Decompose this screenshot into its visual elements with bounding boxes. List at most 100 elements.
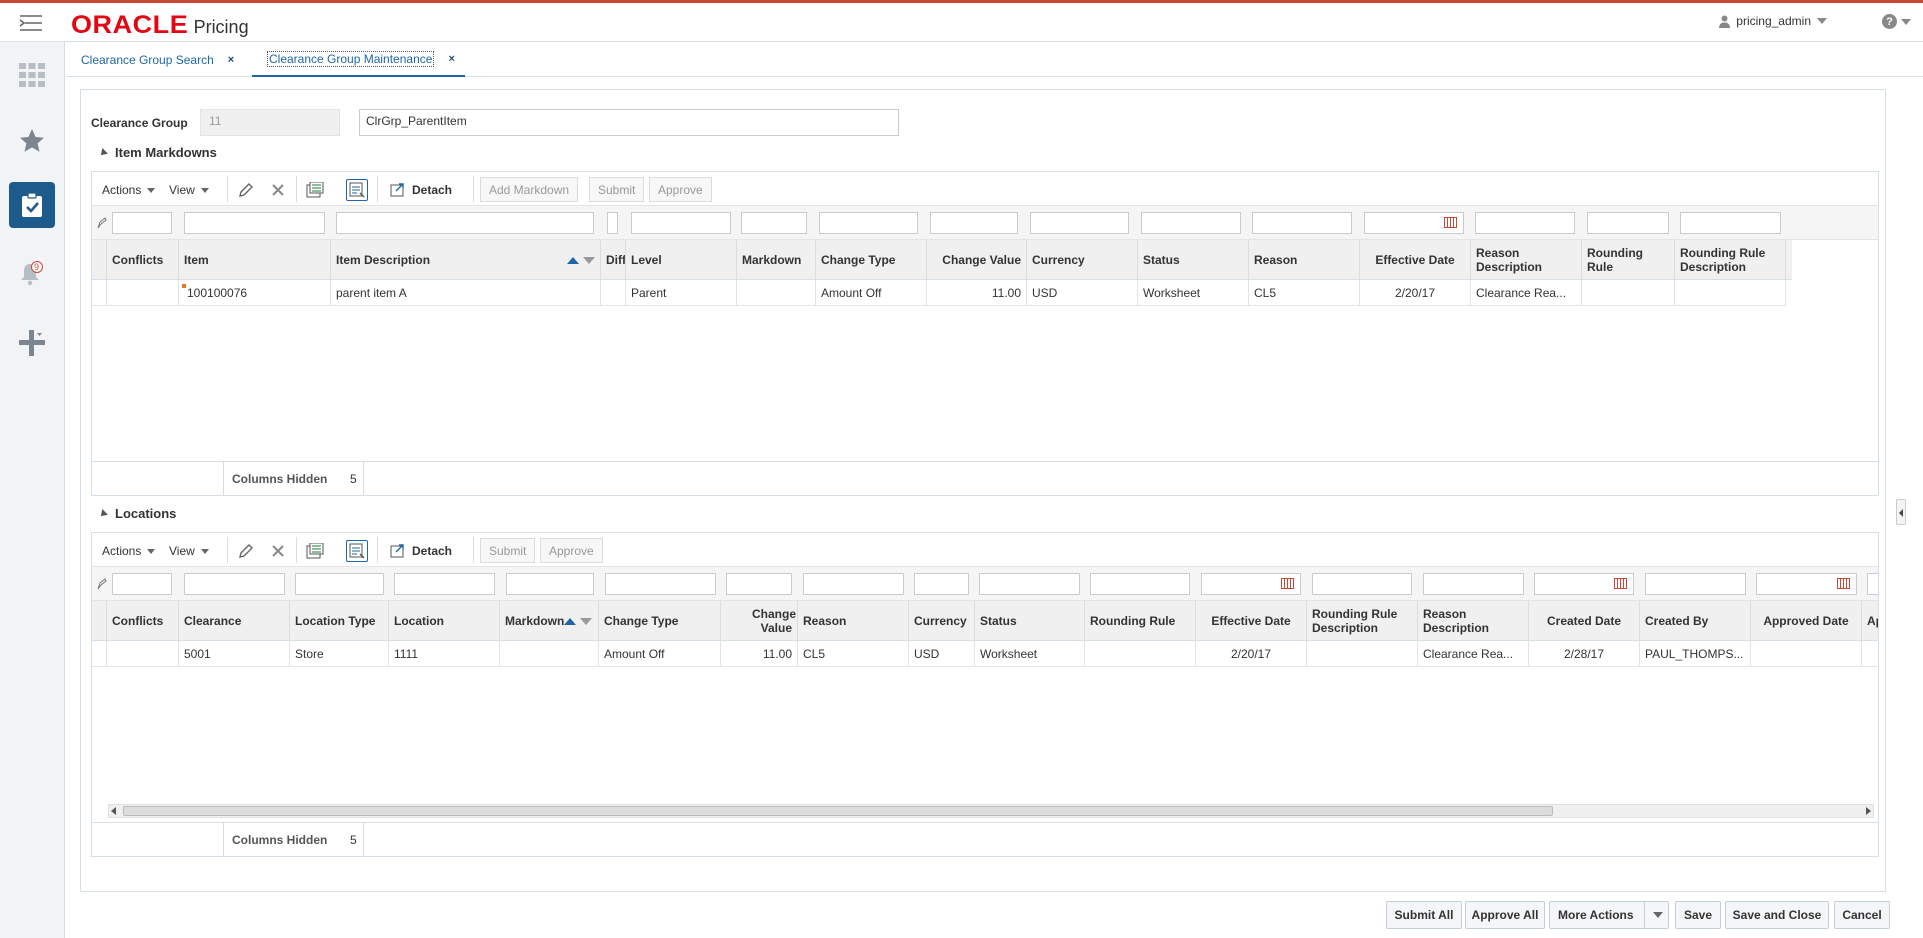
col-location[interactable]: Location	[389, 601, 500, 641]
edit-pencil-icon[interactable]	[235, 179, 257, 201]
scroll-right-icon[interactable]	[1866, 807, 1871, 815]
filter-rounding-rule-description[interactable]	[1680, 212, 1781, 234]
filter-change-type[interactable]	[819, 212, 918, 234]
calendar-icon[interactable]	[1837, 578, 1850, 589]
tab-clearance-group-search[interactable]: Clearance Group Search ×	[81, 42, 234, 77]
calendar-icon[interactable]	[1281, 578, 1294, 589]
calendar-icon[interactable]	[1444, 217, 1457, 228]
apps-grid-icon[interactable]	[9, 52, 55, 98]
col-rounding-rule[interactable]: Rounding Rule	[1085, 601, 1196, 641]
sort-ascending-icon[interactable]	[564, 614, 577, 628]
help-menu[interactable]: ?	[1882, 14, 1911, 29]
col-conflicts[interactable]: Conflicts	[107, 240, 179, 280]
col-effective-date[interactable]: Effective Date	[1360, 240, 1471, 280]
filter-created-date[interactable]	[1534, 573, 1634, 595]
filter-item-description[interactable]	[336, 212, 594, 234]
filter-location[interactable]	[394, 573, 495, 595]
notifications-bell-icon[interactable]: 9	[9, 251, 55, 297]
query-by-example-icon[interactable]	[346, 179, 368, 201]
col-app[interactable]: App	[1862, 601, 1878, 641]
filter-reason[interactable]	[1252, 212, 1352, 234]
tab-clearance-group-maintenance[interactable]: Clearance Group Maintenance ×	[252, 42, 465, 77]
sort-ascending-icon[interactable]	[561, 253, 579, 267]
export-excel-icon[interactable]	[304, 179, 326, 201]
filter-rounding-rule[interactable]	[1587, 212, 1669, 234]
filter-item[interactable]	[184, 212, 325, 234]
table-row[interactable]: 100100076 parent item A Parent Amount Of…	[92, 280, 1786, 306]
actions-menu[interactable]: Actions	[102, 178, 155, 202]
col-location-type[interactable]: Location Type	[290, 601, 389, 641]
filter-rounding-rule-description[interactable]	[1312, 573, 1412, 595]
col-reason[interactable]: Reason	[1249, 240, 1360, 280]
horizontal-scrollbar[interactable]	[108, 804, 1874, 818]
user-menu[interactable]: pricing_admin	[1719, 14, 1827, 28]
filter-currency[interactable]	[1030, 212, 1129, 234]
table-row[interactable]: 5001 Store 1111 Amount Off 11.00 CL5 USD…	[92, 641, 1878, 667]
delete-x-icon[interactable]	[267, 179, 289, 201]
col-change-value[interactable]: Change Value	[721, 601, 798, 641]
menu-toggle-icon[interactable]	[14, 12, 48, 34]
tools-plus-icon[interactable]	[9, 320, 55, 366]
filter-app[interactable]	[1867, 573, 1878, 595]
view-menu[interactable]: View	[169, 539, 209, 563]
col-markdown[interactable]: Markdown	[737, 240, 816, 280]
item-markdowns-section-header[interactable]: Item Markdowns	[98, 145, 217, 160]
filter-change-value[interactable]	[726, 573, 792, 595]
submit-button[interactable]: Submit	[589, 177, 645, 202]
scrollbar-thumb[interactable]	[123, 806, 1553, 816]
col-created-date[interactable]: Created Date	[1529, 601, 1640, 641]
filter-currency[interactable]	[914, 573, 969, 595]
filter-level[interactable]	[631, 212, 731, 234]
filter-change-value[interactable]	[930, 212, 1018, 234]
clearance-group-name-field[interactable]: ClrGrp_ParentItem	[359, 109, 899, 136]
filter-reason-description[interactable]	[1423, 573, 1524, 595]
approve-button[interactable]: Approve	[540, 538, 603, 563]
submit-all-button[interactable]: Submit All	[1386, 901, 1462, 929]
col-reason[interactable]: Reason	[798, 601, 909, 641]
cancel-button[interactable]: Cancel	[1834, 901, 1890, 929]
col-status[interactable]: Status	[1138, 240, 1249, 280]
tasks-clipboard-icon[interactable]	[9, 182, 55, 228]
add-markdown-button[interactable]: Add Markdown	[480, 177, 579, 202]
col-change-type[interactable]: Change Type	[599, 601, 721, 641]
scroll-left-icon[interactable]	[111, 807, 116, 815]
filter-status[interactable]	[979, 573, 1080, 595]
chevron-down-icon[interactable]	[1653, 912, 1663, 918]
col-conflicts[interactable]: Conflicts	[107, 601, 179, 641]
favorites-star-icon[interactable]	[9, 118, 55, 164]
filter-location-type[interactable]	[295, 573, 384, 595]
filter-conflicts[interactable]	[112, 212, 172, 234]
col-effective-date[interactable]: Effective Date	[1196, 601, 1307, 641]
approve-all-button[interactable]: Approve All	[1465, 901, 1545, 929]
col-status[interactable]: Status	[975, 601, 1085, 641]
col-change-value[interactable]: Change Value	[927, 240, 1027, 280]
col-rounding-rule-description[interactable]: Rounding Rule Description	[1675, 240, 1786, 280]
col-created-by[interactable]: Created By	[1640, 601, 1751, 641]
col-item[interactable]: Item	[179, 240, 331, 280]
filter-created-by[interactable]	[1645, 573, 1746, 595]
sort-descending-icon[interactable]	[579, 253, 595, 267]
col-reason-description[interactable]: Reason Description	[1418, 601, 1529, 641]
filter-markdown[interactable]	[506, 573, 594, 595]
close-icon[interactable]: ×	[448, 53, 454, 65]
save-button[interactable]: Save	[1675, 901, 1721, 929]
col-markdown[interactable]: Markdown	[500, 601, 599, 641]
filter-diff[interactable]	[607, 212, 618, 234]
filter-clear-icon[interactable]	[97, 578, 107, 590]
query-by-example-icon[interactable]	[346, 540, 368, 562]
col-rounding-rule-description[interactable]: Rounding Rule Description	[1307, 601, 1418, 641]
filter-conflicts[interactable]	[112, 573, 172, 595]
filter-effective-date[interactable]	[1201, 573, 1301, 595]
filter-effective-date[interactable]	[1364, 212, 1464, 234]
panel-collapse-handle[interactable]	[1896, 499, 1906, 525]
delete-x-icon[interactable]	[267, 540, 289, 562]
row-selector[interactable]	[92, 280, 107, 306]
sort-descending-icon[interactable]	[576, 614, 593, 628]
filter-approved-date[interactable]	[1756, 573, 1857, 595]
filter-reason[interactable]	[803, 573, 904, 595]
row-selector[interactable]	[92, 641, 107, 667]
col-level[interactable]: Level	[626, 240, 737, 280]
edit-pencil-icon[interactable]	[235, 540, 257, 562]
col-reason-description[interactable]: Reason Description	[1471, 240, 1582, 280]
col-diff[interactable]: Diff	[601, 240, 626, 280]
